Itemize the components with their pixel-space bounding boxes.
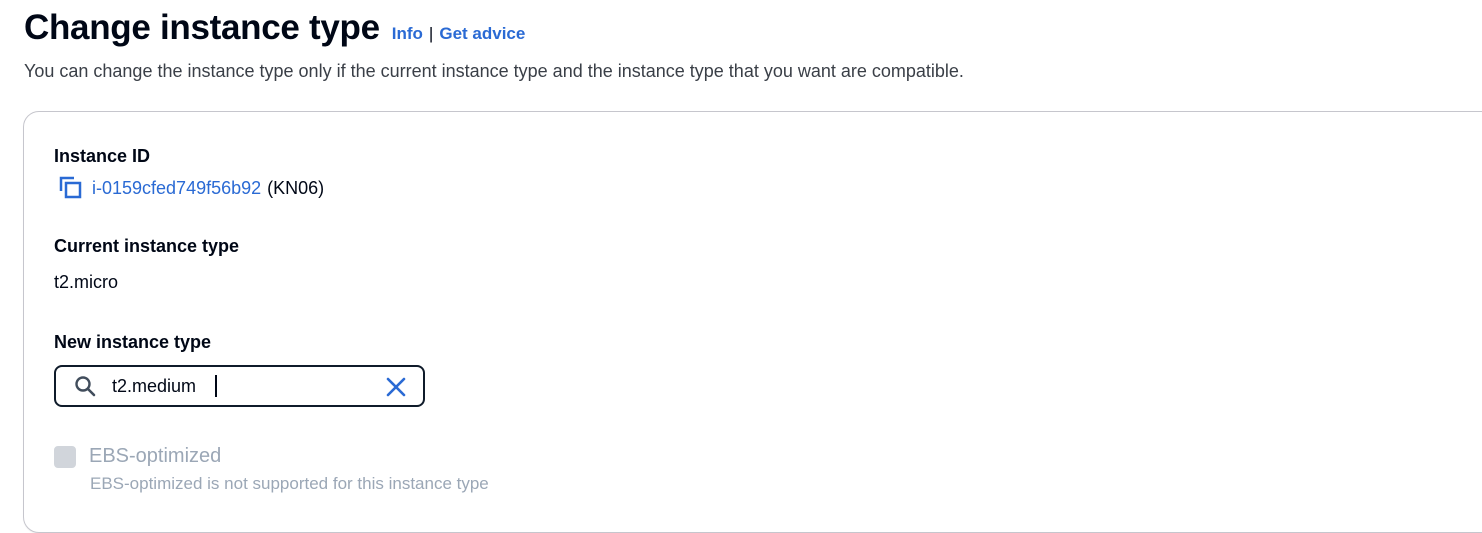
current-instance-type-label: Current instance type (54, 236, 240, 256)
text-cursor (215, 375, 217, 397)
search-icon (74, 375, 96, 397)
instance-id-link[interactable]: i-0159cfed749f56b92 (92, 178, 261, 199)
info-link[interactable]: Info (392, 24, 423, 44)
ebs-optimized-label: EBS-optimized (89, 445, 222, 467)
header-links: Info | Get advice (392, 24, 526, 44)
page-description: You can change the instance type only if… (24, 61, 964, 81)
instance-id-label: Instance ID (54, 146, 151, 166)
ebs-optimized-checkbox[interactable] (54, 445, 76, 468)
close-icon[interactable] (385, 376, 407, 398)
copy-icon[interactable] (58, 175, 84, 201)
instance-id-row: i-0159cfed749f56b92 (KN06) (58, 175, 324, 201)
header-separator: | (428, 24, 434, 43)
current-instance-type-value: t2.micro (54, 272, 119, 292)
get-advice-link[interactable]: Get advice (439, 24, 525, 44)
instance-type-search-input[interactable] (112, 375, 372, 397)
ebs-optimized-row: EBS-optimized (54, 445, 221, 468)
new-instance-type-label: New instance type (54, 332, 212, 352)
instance-name: (KN06) (267, 177, 325, 198)
page-header: Change instance type Info | Get advice (24, 8, 525, 48)
ebs-optimized-description: EBS-optimized is not supported for this … (90, 474, 489, 493)
instance-type-search-box[interactable] (54, 365, 425, 407)
page-title: Change instance type (24, 8, 380, 47)
